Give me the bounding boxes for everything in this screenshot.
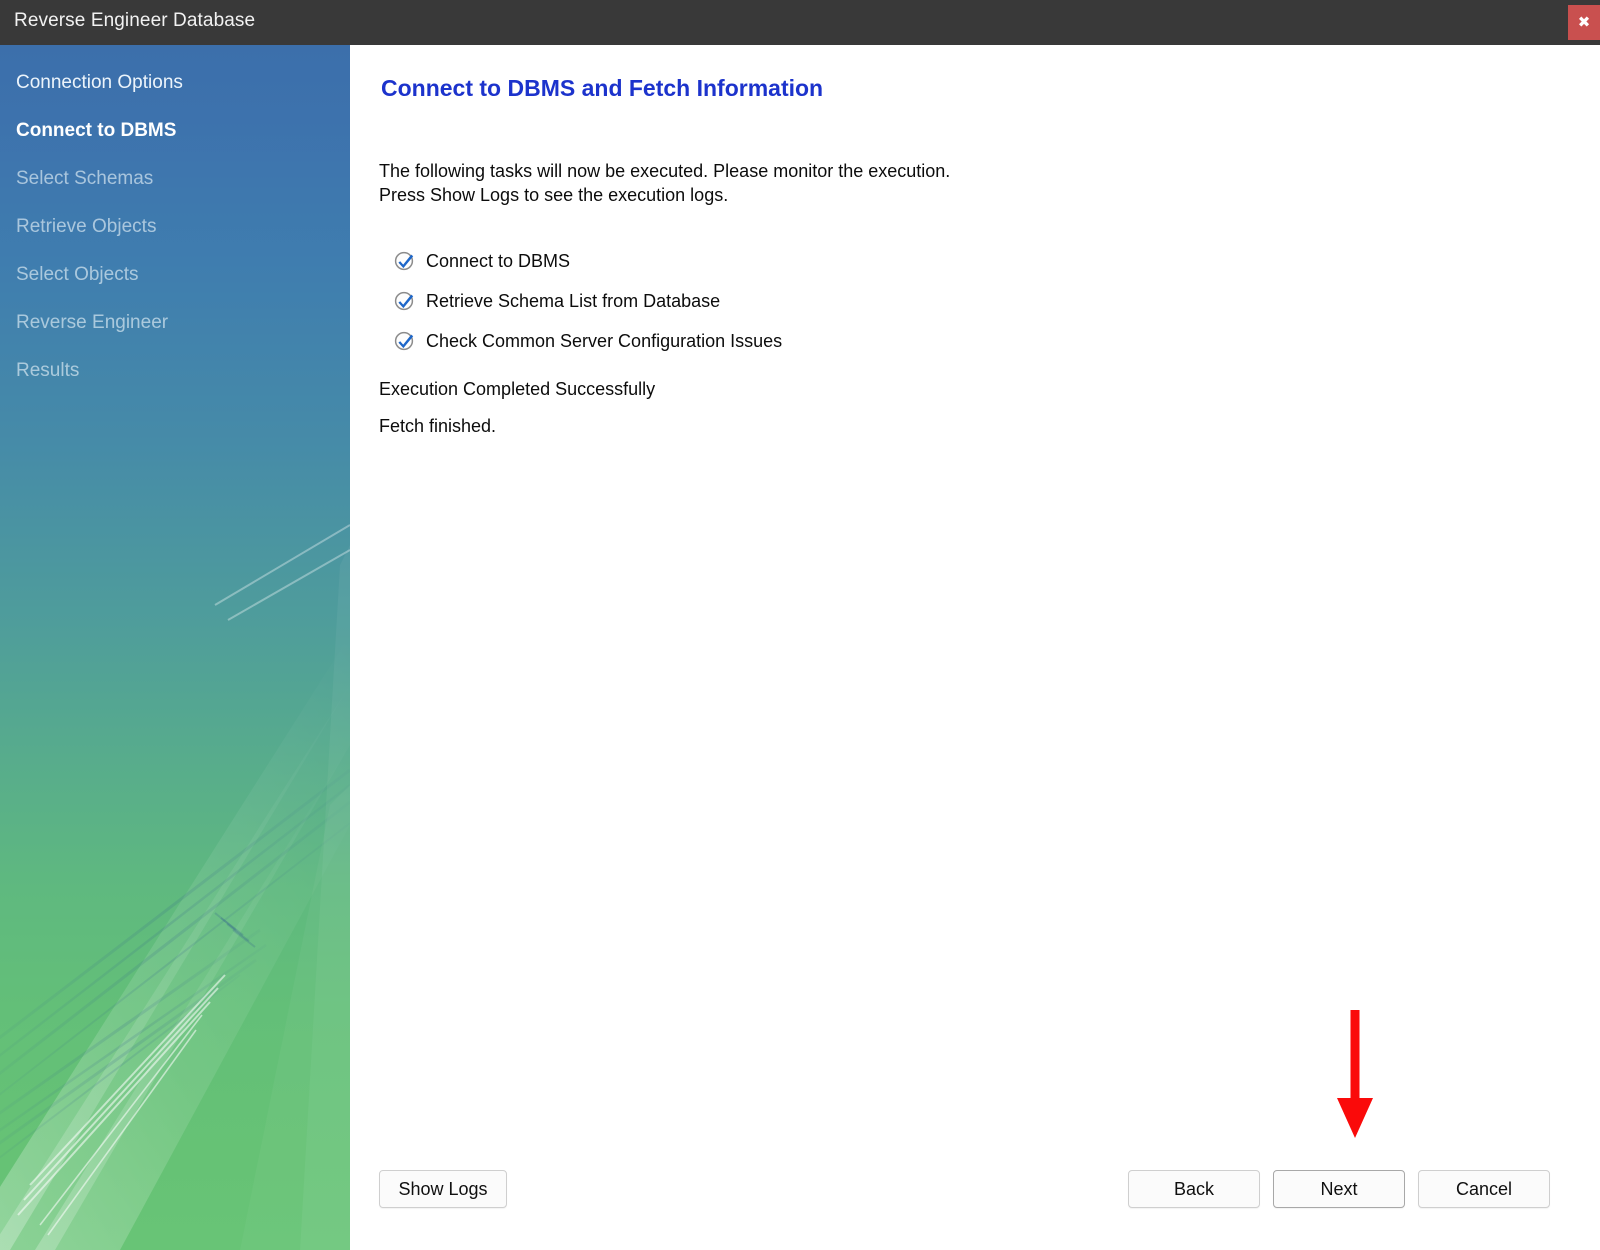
title-bar: Reverse Engineer Database ✖ — [0, 0, 1600, 46]
task-list: Connect to DBMS Retrieve Schema List fro… — [394, 241, 782, 361]
close-icon: ✖ — [1577, 13, 1591, 31]
check-circle-icon — [394, 330, 416, 352]
back-button[interactable]: Back — [1128, 1170, 1260, 1208]
sidebar-item-retrieve-objects[interactable]: Retrieve Objects — [0, 203, 350, 251]
cancel-button[interactable]: Cancel — [1418, 1170, 1550, 1208]
sidebar-item-label: Results — [16, 360, 80, 381]
sidebar-item-select-objects[interactable]: Select Objects — [0, 251, 350, 299]
down-arrow-icon — [1337, 1010, 1373, 1138]
sidebar-item-reverse-engineer[interactable]: Reverse Engineer — [0, 299, 350, 347]
fetch-status-text: Fetch finished. — [379, 416, 497, 436]
next-button[interactable]: Next — [1273, 1170, 1405, 1208]
wizard-step-list: Connection Options Connect to DBMS Selec… — [0, 45, 350, 395]
window-title: Reverse Engineer Database — [14, 10, 256, 31]
execution-status-text: Execution Completed Successfully — [379, 379, 656, 399]
task-label: Check Common Server Configuration Issues — [426, 330, 783, 351]
intro-line-1: The following tasks will now be executed… — [379, 161, 951, 181]
main-panel: Connect to DBMS and Fetch Information Th… — [350, 45, 1600, 1250]
intro-text: The following tasks will now be executed… — [379, 159, 950, 207]
sidebar-item-select-schemas[interactable]: Select Schemas — [0, 155, 350, 203]
page-title: Connect to DBMS and Fetch Information — [381, 75, 824, 101]
task-label: Connect to DBMS — [426, 250, 571, 271]
sidebar-item-label: Connection Options — [16, 72, 183, 93]
task-row: Retrieve Schema List from Database — [394, 281, 782, 321]
sidebar-item-label: Retrieve Objects — [16, 216, 157, 237]
wizard-sidebar: Connection Options Connect to DBMS Selec… — [0, 45, 350, 1250]
intro-line-2: Press Show Logs to see the execution log… — [379, 185, 729, 205]
sidebar-item-connection-options[interactable]: Connection Options — [0, 59, 350, 107]
check-circle-icon — [394, 290, 416, 312]
reverse-engineer-database-window: Reverse Engineer Database ✖ Connection O… — [0, 0, 1600, 1250]
sidebar-item-label: Select Schemas — [16, 168, 154, 189]
sidebar-item-label: Select Objects — [16, 264, 139, 285]
sidebar-item-label: Connect to DBMS — [16, 120, 177, 141]
sidebar-item-results[interactable]: Results — [0, 347, 350, 395]
sidebar-item-label: Reverse Engineer — [16, 312, 169, 333]
check-circle-icon — [394, 250, 416, 272]
task-label: Retrieve Schema List from Database — [426, 290, 721, 311]
show-logs-button[interactable]: Show Logs — [379, 1170, 507, 1208]
task-row: Check Common Server Configuration Issues — [394, 321, 782, 361]
sidebar-item-connect-to-dbms[interactable]: Connect to DBMS — [0, 107, 350, 155]
close-button[interactable]: ✖ — [1568, 5, 1600, 40]
task-row: Connect to DBMS — [394, 241, 782, 281]
